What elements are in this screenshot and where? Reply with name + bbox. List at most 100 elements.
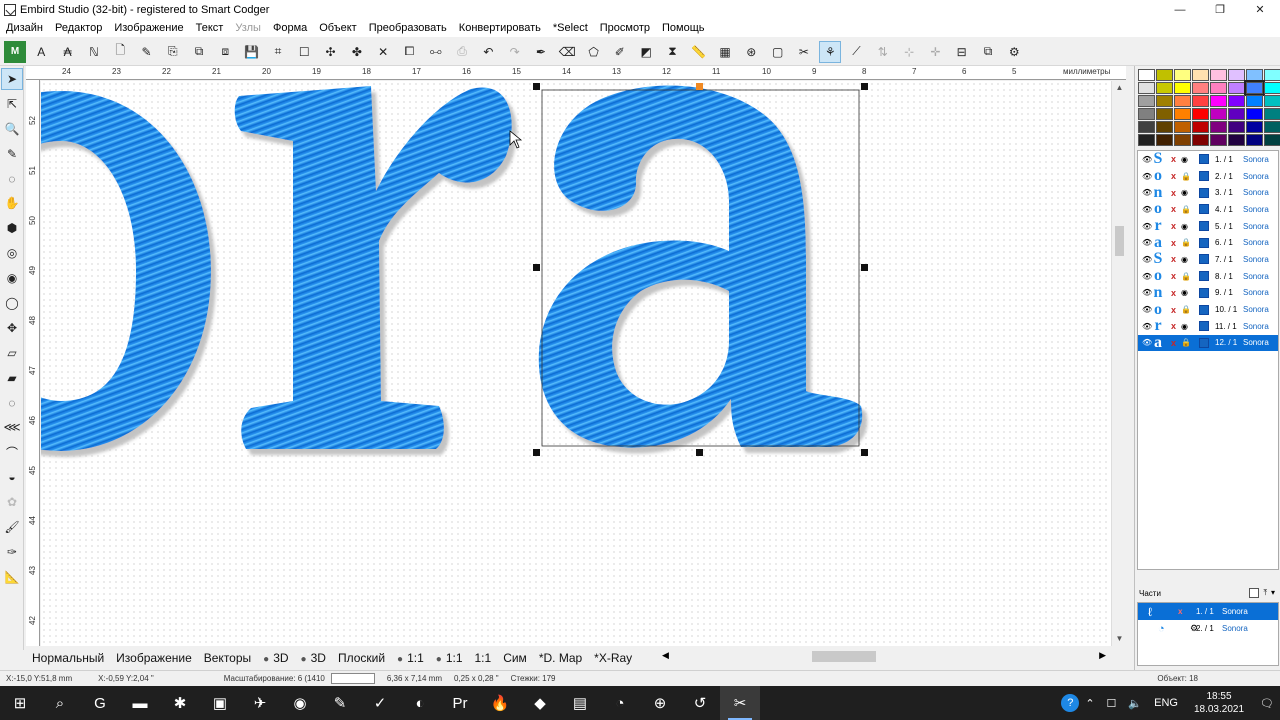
node-arrow-icon[interactable]: ⇱ <box>1 93 23 115</box>
new-file-icon[interactable]: 🗋 <box>109 41 131 63</box>
palette-swatch[interactable] <box>1228 95 1245 107</box>
palette-swatch[interactable] <box>1174 121 1191 133</box>
object-row[interactable]: 👁 n x ◉ 3. / 1 Sonora <box>1138 184 1278 201</box>
palette-swatch[interactable] <box>1192 134 1209 146</box>
resize-handle-tl[interactable] <box>533 83 540 90</box>
horizontal-scroll-thumb[interactable] <box>812 651 876 662</box>
palette-swatch[interactable] <box>1264 108 1280 120</box>
palette-swatch[interactable] <box>1192 82 1209 94</box>
palette-swatch[interactable] <box>1210 95 1227 107</box>
eye-icon[interactable]: 👁 <box>1142 305 1152 314</box>
eye-icon[interactable]: 👁 <box>1142 205 1152 214</box>
close-button[interactable]: ✕ <box>1240 0 1280 19</box>
palette-swatch[interactable] <box>1174 108 1191 120</box>
menu-view[interactable]: Просмотр <box>594 22 656 34</box>
scroll-right-icon[interactable]: ▶ <box>1099 650 1106 661</box>
resize-handle-ml[interactable] <box>533 264 540 271</box>
fill-area-icon[interactable]: ⬢ <box>1 217 23 239</box>
copy-icon[interactable]: ⧠ <box>398 41 420 63</box>
palette-swatch[interactable] <box>1228 69 1245 81</box>
grid-icon[interactable]: ▦ <box>714 41 736 63</box>
menu-shape[interactable]: Форма <box>267 22 313 34</box>
object-row[interactable]: 👁 o x 🔒 8. / 1 Sonora <box>1138 268 1278 285</box>
lock-icon[interactable]: 🔒 <box>1181 305 1191 314</box>
object-row[interactable]: 👁 r x ◉ 11. / 1 Sonora <box>1138 318 1278 335</box>
object-row[interactable]: 👁 a x 🔒 12. / 1 Sonora <box>1138 334 1278 352</box>
volume-icon[interactable]: 🔈 <box>1122 697 1148 710</box>
taskbar-app-icon[interactable]: ↺ <box>680 686 720 720</box>
undo-icon[interactable]: ↶ <box>477 41 499 63</box>
line-icon[interactable]: ⟋ <box>846 41 868 63</box>
menu-design[interactable]: Дизайн <box>0 22 49 34</box>
letter-o-stitches[interactable] <box>41 91 211 451</box>
letter-r-stitches[interactable] <box>234 86 512 449</box>
hand-icon[interactable]: ✋ <box>1 192 23 214</box>
object-row[interactable]: 👁 r x ◉ 5. / 1 Sonora <box>1138 218 1278 235</box>
resize-handle-bl[interactable] <box>533 449 540 456</box>
view-mode-8[interactable]: 1:1 <box>469 651 498 665</box>
curve-tool-icon[interactable]: ⌒ <box>1 441 23 463</box>
menu-convert[interactable]: Конвертировать <box>453 22 547 34</box>
lock-icon[interactable]: 🔒 <box>1181 272 1191 281</box>
settings-gear-icon[interactable]: ⚙ <box>1003 41 1025 63</box>
palette-swatch[interactable] <box>1246 134 1263 146</box>
palette-swatch[interactable] <box>1210 82 1227 94</box>
taskbar-app-icon[interactable]: ✂ <box>720 686 760 720</box>
palette-swatch[interactable] <box>1192 108 1209 120</box>
taskbar-app-icon[interactable]: ✱ <box>160 686 200 720</box>
palette-swatch[interactable] <box>1156 82 1173 94</box>
window-icon[interactable]: ⧉ <box>977 41 999 63</box>
resize-handle-br[interactable] <box>861 449 868 456</box>
menu-help[interactable]: Помощь <box>656 22 711 34</box>
palette-swatch[interactable] <box>1246 121 1263 133</box>
import-icon[interactable]: ⎘ <box>162 41 184 63</box>
help-icon[interactable]: ? <box>1061 694 1080 712</box>
palette-swatch[interactable] <box>1156 69 1173 81</box>
palette-swatch[interactable] <box>1192 121 1209 133</box>
palette-swatch[interactable] <box>1210 134 1227 146</box>
column-tool-icon[interactable]: ▱ <box>1 342 23 364</box>
node-select-icon[interactable]: ✣ <box>320 41 342 63</box>
vertical-scroll-thumb[interactable] <box>1115 226 1124 256</box>
horizontal-scrollbar[interactable]: ◀ ▶ <box>660 650 1110 663</box>
taskbar-app-icon[interactable]: ◉ <box>280 686 320 720</box>
palette-swatch[interactable] <box>1264 95 1280 107</box>
object-row[interactable]: 👁 n x ◉ 9. / 1 Sonora <box>1138 284 1278 302</box>
eye-icon[interactable]: 👁 <box>1142 155 1152 164</box>
palette-swatch[interactable] <box>1138 95 1155 107</box>
taskbar-app-icon[interactable]: ✈ <box>240 686 280 720</box>
palette-swatch[interactable] <box>1174 69 1191 81</box>
palette-swatch[interactable] <box>1264 69 1280 81</box>
taskbar-app-icon[interactable]: ⌕ <box>40 686 80 720</box>
palette-swatch[interactable] <box>1228 82 1245 94</box>
view-mode-9[interactable]: Сим <box>497 651 533 665</box>
resize-handle-tr[interactable] <box>861 83 868 90</box>
clock[interactable]: 18:55 18.03.2021 <box>1184 690 1254 716</box>
design-canvas[interactable] <box>41 81 1111 646</box>
scroll-up-icon[interactable]: ▲ <box>1112 83 1127 93</box>
knife-icon[interactable]: ✑ <box>1 541 23 563</box>
palette-swatch[interactable] <box>1138 121 1155 133</box>
brush-icon[interactable]: 🖌 <box>1 516 23 538</box>
scroll-down-icon[interactable]: ▼ <box>1112 634 1127 644</box>
taskbar-app-icon[interactable]: ⊞ <box>0 686 40 720</box>
fill-icon[interactable]: ◩ <box>635 41 657 63</box>
taskbar-app-icon[interactable]: ▣ <box>200 686 240 720</box>
duplicate-icon[interactable]: ⧟ <box>425 41 447 63</box>
view-mode-6[interactable]: 1:1 <box>391 651 430 665</box>
border-tool-icon[interactable]: ▰ <box>1 367 23 389</box>
object-row[interactable]: 👁 Sx ◉ 1. / 1 Sonora <box>1138 151 1278 168</box>
shape-tool-icon[interactable]: ◒ <box>1 466 23 488</box>
stitch-icon[interactable]: ◉ <box>1181 322 1191 331</box>
object-row[interactable]: 👁 a x 🔒 6. / 1 Sonora <box>1138 234 1278 251</box>
minimize-button[interactable]: — <box>1160 0 1200 19</box>
text-path-icon[interactable]: ℕ <box>83 41 105 63</box>
palette-swatch[interactable] <box>1210 121 1227 133</box>
palette-swatch[interactable] <box>1228 134 1245 146</box>
zoom-icon[interactable]: 🔍 <box>1 118 23 140</box>
parts-move-down-icon[interactable]: ▾ <box>1271 588 1275 598</box>
measure-icon[interactable]: 📐 <box>1 566 23 588</box>
taskbar-app-icon[interactable]: ✎ <box>320 686 360 720</box>
taskbar-app-icon[interactable]: ▬ <box>120 686 160 720</box>
palette-swatch[interactable] <box>1228 108 1245 120</box>
